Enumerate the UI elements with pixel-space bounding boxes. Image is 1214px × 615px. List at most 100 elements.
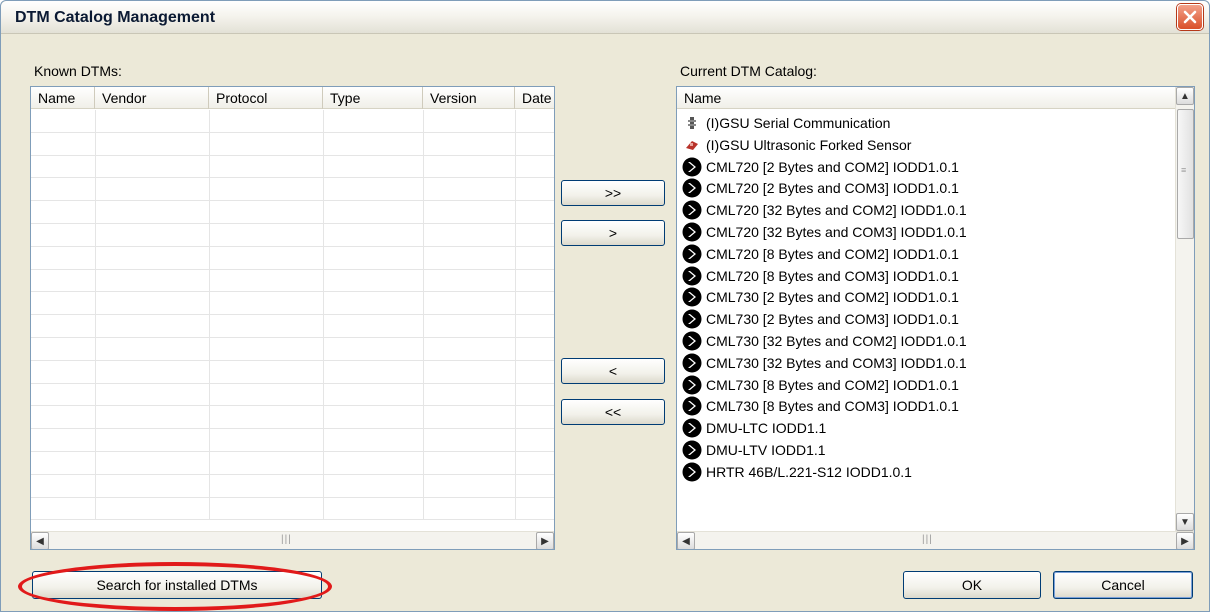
grid-cell-divider: [515, 246, 516, 269]
list-item-label: CML730 [8 Bytes and COM2] IODD1.0.1: [706, 376, 959, 393]
table-row[interactable]: [31, 269, 554, 293]
catalog-hscrollbar[interactable]: ◀ ||| ▶: [677, 531, 1194, 549]
list-item-label: HRTR 46B/L.221-S12 IODD1.0.1: [706, 463, 912, 480]
grid-cell-divider: [95, 132, 96, 155]
table-row[interactable]: [31, 451, 554, 475]
current-catalog-list[interactable]: Name (I)GSU Serial Communication (I)GSU U…: [676, 86, 1195, 550]
list-item[interactable]: CML730 [32 Bytes and COM2] IODD1.0.1: [681, 330, 967, 352]
list-item-label: CML730 [32 Bytes and COM3] IODD1.0.1: [706, 354, 967, 371]
close-button[interactable]: [1177, 4, 1203, 30]
table-row[interactable]: [31, 429, 554, 452]
column-header-protocol[interactable]: Protocol: [209, 87, 323, 109]
iolink-icon: [681, 352, 703, 374]
list-item[interactable]: CML720 [2 Bytes and COM3] IODD1.0.1: [681, 177, 959, 199]
add-all-button[interactable]: >>: [561, 180, 665, 206]
list-item[interactable]: CML720 [8 Bytes and COM2] IODD1.0.1: [681, 243, 959, 265]
catalog-vscrollbar[interactable]: ▲ ≡ ▼: [1175, 87, 1194, 531]
table-row[interactable]: [31, 383, 554, 407]
list-item[interactable]: CML730 [8 Bytes and COM3] IODD1.0.1: [681, 395, 959, 417]
grid-cell-divider: [515, 110, 516, 132]
ok-button[interactable]: OK: [903, 571, 1041, 599]
known-dtms-header: Name Vendor Protocol Type Version Date: [31, 87, 554, 109]
scroll-right-button[interactable]: ▶: [1176, 532, 1194, 549]
list-item[interactable]: (I)GSU Serial Communication: [681, 112, 890, 134]
iolink-icon: [681, 461, 703, 483]
add-button[interactable]: >: [561, 220, 665, 246]
known-dtms-grid[interactable]: Name Vendor Protocol Type Version Date ◀…: [30, 86, 555, 550]
iolink-icon: [681, 156, 703, 178]
table-row[interactable]: [31, 110, 554, 133]
column-header-date[interactable]: Date: [515, 87, 554, 109]
list-item[interactable]: CML720 [8 Bytes and COM3] IODD1.0.1: [681, 265, 959, 287]
list-item[interactable]: CML730 [2 Bytes and COM2] IODD1.0.1: [681, 286, 959, 308]
grid-cell-divider: [209, 383, 210, 406]
column-header-version[interactable]: Version: [423, 87, 515, 109]
grid-cell-divider: [95, 451, 96, 474]
table-row[interactable]: [31, 497, 554, 521]
column-header-vendor[interactable]: Vendor: [95, 87, 209, 109]
arrow-down-icon: ▼: [1180, 516, 1190, 528]
table-row[interactable]: [31, 315, 554, 338]
grid-cell-divider: [515, 337, 516, 360]
grid-cell-divider: [515, 269, 516, 292]
column-header-name[interactable]: Name: [31, 87, 95, 109]
grid-cell-divider: [95, 406, 96, 429]
arrow-left-icon: ◀: [36, 535, 44, 547]
table-row[interactable]: [31, 132, 554, 156]
list-item-label: CML720 [8 Bytes and COM2] IODD1.0.1: [706, 245, 959, 262]
scroll-down-button[interactable]: ▼: [1176, 513, 1194, 531]
remove-button[interactable]: <: [561, 358, 665, 384]
scroll-right-button[interactable]: ▶: [536, 532, 554, 549]
table-row[interactable]: [31, 223, 554, 247]
remove-all-button[interactable]: <<: [561, 399, 665, 425]
grid-cell-divider: [323, 474, 324, 497]
cancel-button[interactable]: Cancel: [1053, 571, 1193, 599]
title-bar[interactable]: DTM Catalog Management: [1, 1, 1209, 34]
list-item[interactable]: DMU-LTC IODD1.1: [681, 417, 826, 439]
grid-cell-divider: [323, 497, 324, 520]
scroll-left-button[interactable]: ◀: [677, 532, 695, 549]
list-item[interactable]: CML730 [2 Bytes and COM3] IODD1.0.1: [681, 308, 959, 330]
window-title: DTM Catalog Management: [15, 9, 216, 26]
grid-cell-divider: [323, 246, 324, 269]
scroll-up-button[interactable]: ▲: [1176, 87, 1194, 105]
list-item-label: (I)GSU Serial Communication: [706, 115, 891, 131]
list-item[interactable]: DMU-LTV IODD1.1: [681, 439, 826, 461]
grip-icon: |||: [281, 534, 292, 545]
grid-cell-divider: [423, 155, 424, 178]
column-header-name[interactable]: Name: [677, 87, 1176, 109]
sensor-icon: [681, 134, 703, 156]
table-row[interactable]: [31, 178, 554, 202]
scroll-thumb[interactable]: ≡: [1177, 109, 1194, 239]
table-row[interactable]: [31, 201, 554, 224]
grid-cell-divider: [95, 269, 96, 292]
list-item[interactable]: HRTR 46B/L.221-S12 IODD1.0.1: [681, 461, 912, 483]
list-item[interactable]: CML730 [8 Bytes and COM2] IODD1.0.1: [681, 374, 959, 396]
table-row[interactable]: [31, 246, 554, 270]
list-item[interactable]: CML730 [32 Bytes and COM3] IODD1.0.1: [681, 352, 967, 374]
grid-cell-divider: [423, 315, 424, 337]
table-row[interactable]: [31, 155, 554, 179]
list-item[interactable]: (I)GSU Ultrasonic Forked Sensor: [681, 134, 911, 156]
list-item[interactable]: CML720 [32 Bytes and COM2] IODD1.0.1: [681, 199, 967, 221]
column-header-type[interactable]: Type: [323, 87, 423, 109]
list-item[interactable]: CML720 [2 Bytes and COM2] IODD1.0.1: [681, 156, 959, 178]
iolink-icon: [681, 243, 703, 265]
table-row[interactable]: [31, 292, 554, 316]
table-row[interactable]: [31, 360, 554, 384]
table-row[interactable]: [31, 474, 554, 498]
scroll-left-button[interactable]: ◀: [31, 532, 49, 549]
table-row[interactable]: [31, 406, 554, 430]
grid-cell-divider: [515, 474, 516, 497]
grid-cell-divider: [209, 269, 210, 292]
table-row[interactable]: [31, 337, 554, 361]
list-item[interactable]: CML720 [32 Bytes and COM3] IODD1.0.1: [681, 221, 967, 243]
iolink-icon: [681, 439, 703, 461]
grid-cell-divider: [423, 110, 424, 132]
grid-cell-divider: [323, 110, 324, 132]
grid-cell-divider: [423, 201, 424, 223]
catalog-items: (I)GSU Serial Communication (I)GSU Ultras…: [677, 110, 1175, 531]
known-dtms-rows: [31, 110, 554, 531]
iolink-icon: [681, 286, 703, 308]
known-hscrollbar[interactable]: ◀ ||| ▶: [31, 531, 554, 549]
